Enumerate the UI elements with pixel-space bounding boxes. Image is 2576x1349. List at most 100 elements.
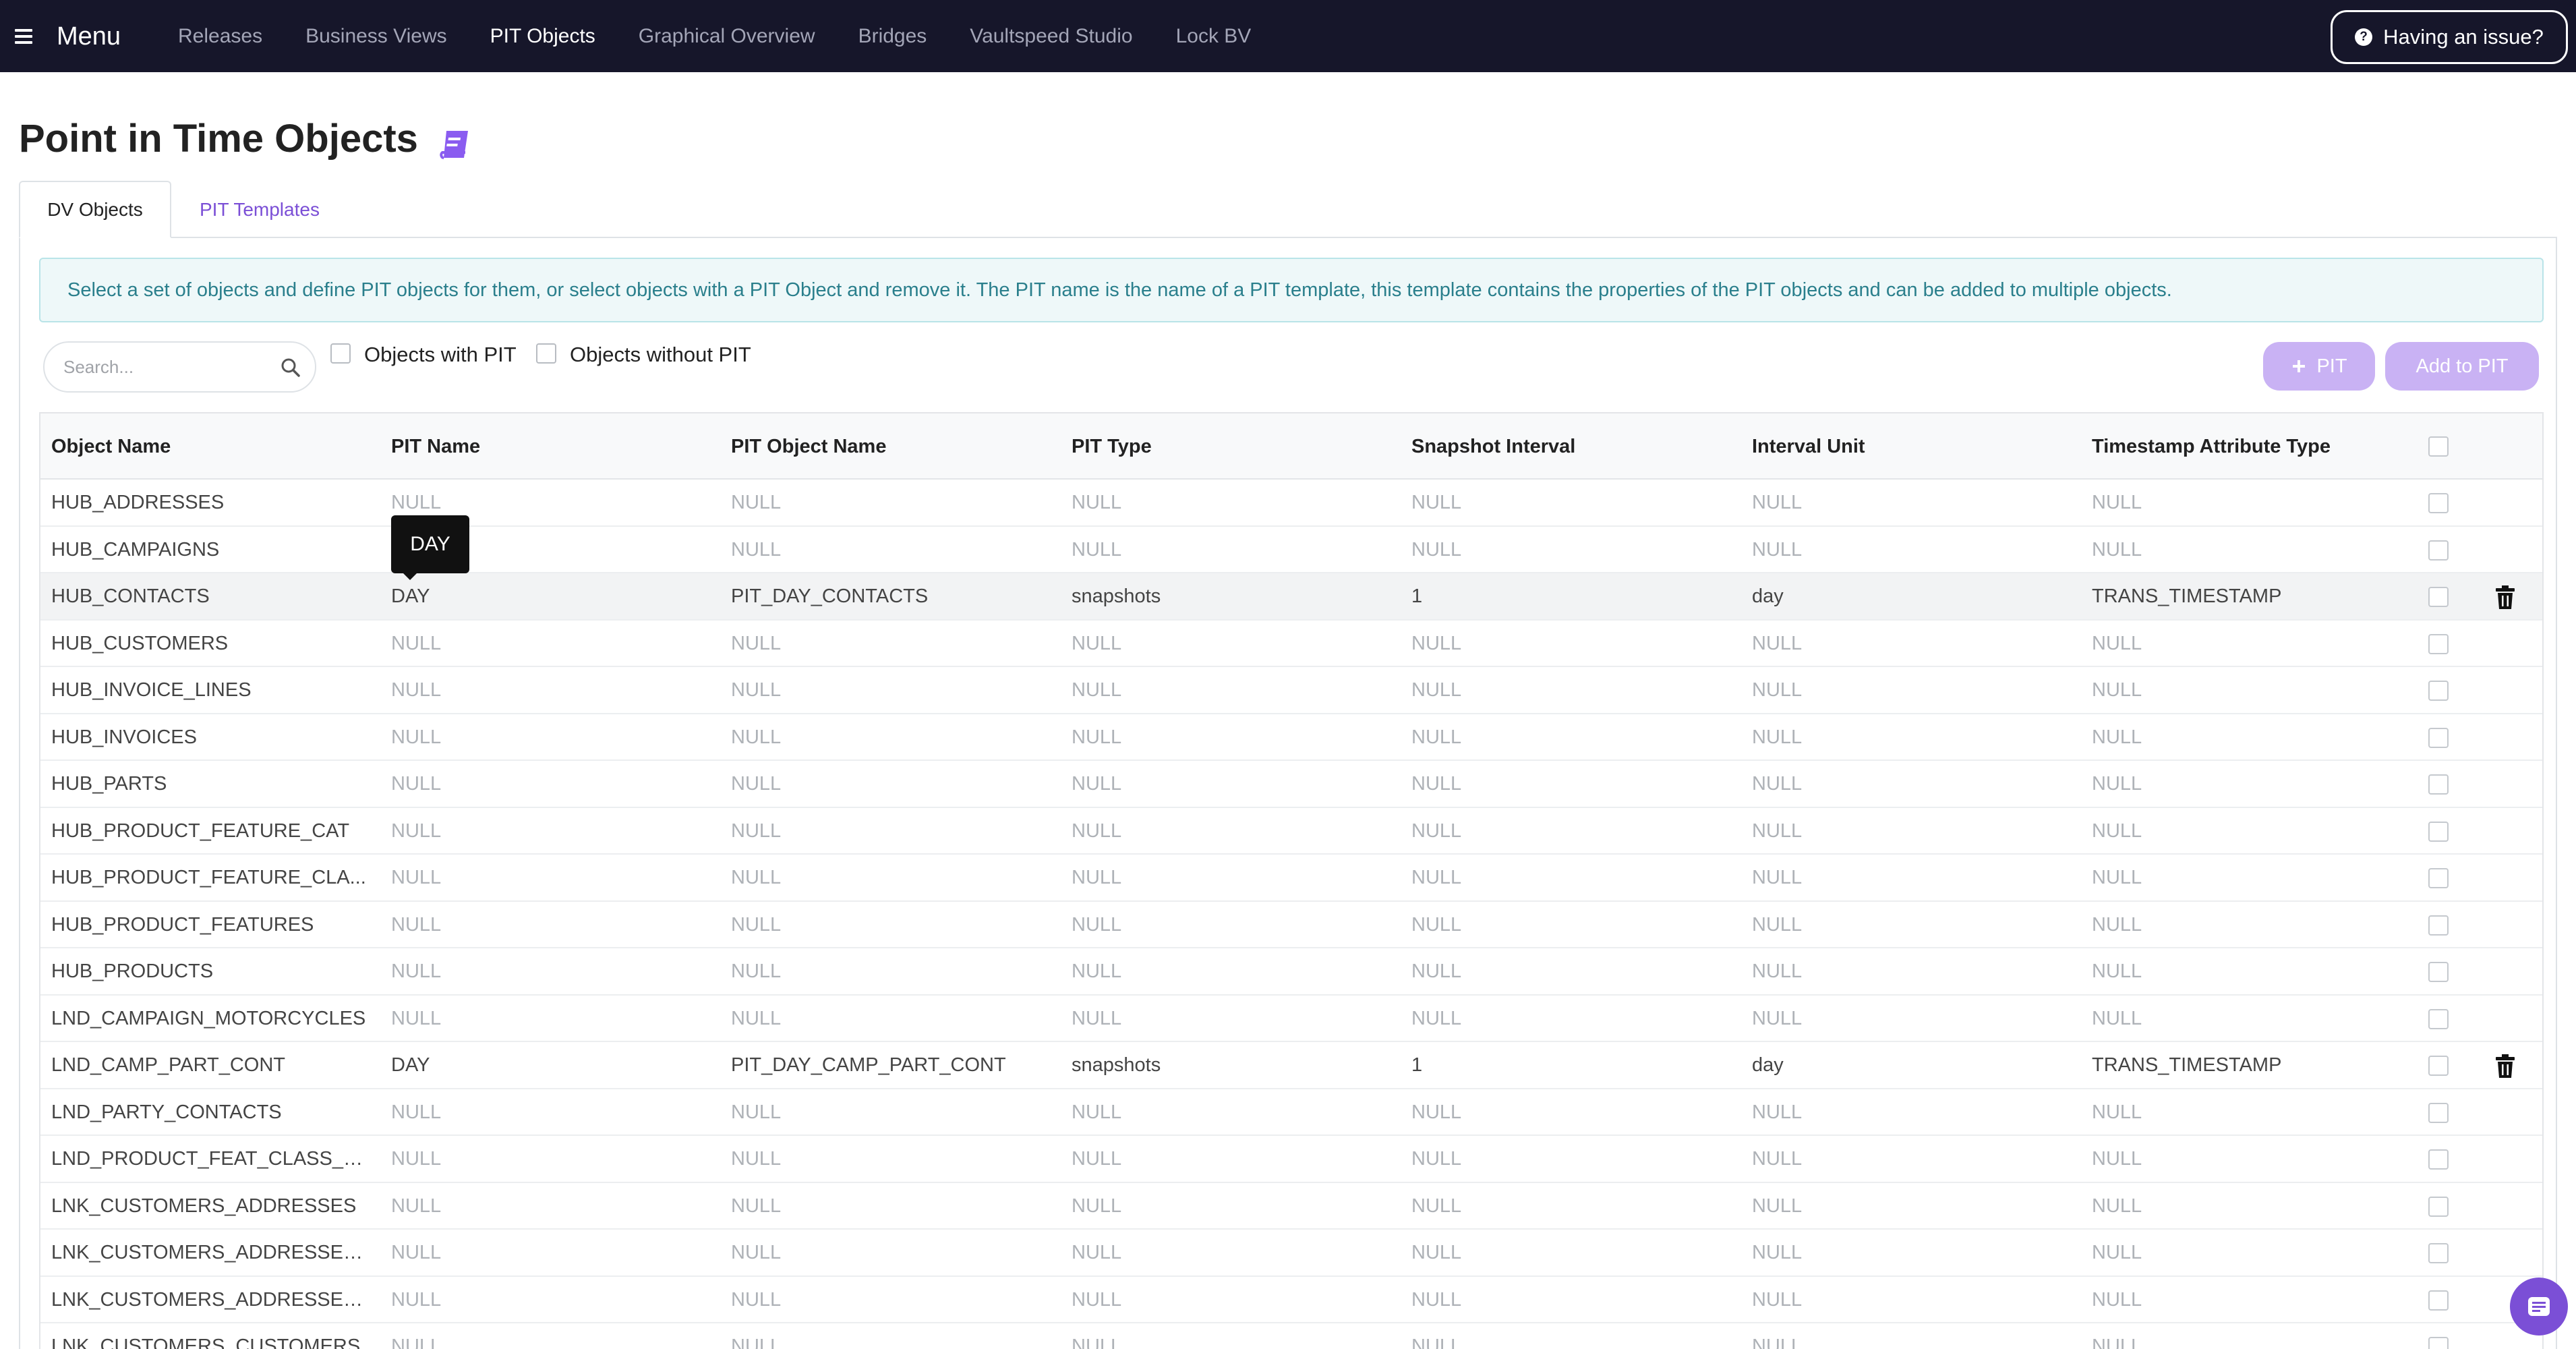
book-icon[interactable] (438, 128, 471, 162)
select-all-checkbox[interactable] (2428, 436, 2449, 457)
row-select-checkbox[interactable] (2428, 727, 2449, 748)
nav-item-graphical-overview[interactable]: Graphical Overview (639, 25, 815, 48)
row-select-checkbox[interactable] (2428, 1056, 2449, 1076)
row-select-checkbox[interactable] (2428, 1196, 2449, 1217)
row-select-checkbox[interactable] (2428, 1243, 2449, 1263)
row-select-checkbox[interactable] (2428, 962, 2449, 982)
table-cell: NULL (391, 867, 442, 888)
table-cell: NULL (2092, 1007, 2142, 1029)
table-cell: NULL (1072, 773, 1122, 795)
table-cell: NULL (391, 820, 442, 842)
column-header: PIT Type (1072, 436, 1152, 457)
table-cell: NULL (1072, 1007, 1122, 1029)
table-cell: NULL (1072, 1148, 1122, 1170)
table-cell: NULL (1072, 1101, 1122, 1123)
table-cell: day (1752, 1054, 1784, 1076)
table-cell: NULL (1752, 1288, 1803, 1311)
row-select-checkbox[interactable] (2428, 681, 2449, 701)
table-cell: NULL (1411, 632, 1462, 654)
tab-pit-templates[interactable]: PIT Templates (200, 181, 320, 238)
table-row[interactable]: HUB_PRODUCT_FEATURE_CAT NULL NULL NULL NULL N… (40, 808, 2542, 855)
row-select-checkbox[interactable] (2428, 1102, 2449, 1123)
hamburger-icon (15, 29, 32, 44)
table-cell: NULL (1752, 538, 1803, 561)
table-cell: HUB_ADDRESSES (51, 492, 225, 513)
table-cell: NULL (1072, 1288, 1122, 1311)
table-row[interactable]: HUB_PRODUCT_FEATURE_CLA... NULL NULL NULL NU… (40, 855, 2542, 902)
row-select-checkbox[interactable] (2428, 587, 2449, 607)
table-cell: NULL (1072, 679, 1122, 701)
row-select-checkbox[interactable] (2428, 1337, 2449, 1349)
row-select-checkbox[interactable] (2428, 821, 2449, 842)
table-cell: NULL (731, 538, 782, 561)
chat-button[interactable] (2510, 1278, 2568, 1336)
table-cell: NULL (1072, 867, 1122, 888)
table-cell: NULL (1752, 1242, 1803, 1263)
nav-item-pit-objects[interactable]: PIT Objects (490, 25, 595, 48)
objects-without-pit-checkbox[interactable] (536, 343, 556, 364)
row-select-checkbox[interactable] (2428, 540, 2449, 561)
table-cell: 1 (1411, 1054, 1423, 1076)
nav-item-vaultspeed-studio[interactable]: Vaultspeed Studio (970, 25, 1132, 48)
menu-button[interactable]: Menu (15, 18, 121, 55)
having-an-issue-button[interactable]: ? Having an issue? (2331, 10, 2568, 64)
table-cell: NULL (731, 492, 782, 513)
column-header: PIT Object Name (731, 436, 887, 457)
row-select-checkbox[interactable] (2428, 1290, 2449, 1311)
table-row[interactable]: HUB_PARTS NULL NULL NULL NULL NULL NULL (40, 761, 2542, 808)
row-select-checkbox[interactable] (2428, 493, 2449, 513)
table-row[interactable]: LND_PARTY_CONTACTS NULL NULL NULL NULL NULL NU… (40, 1089, 2542, 1136)
menu-label: Menu (57, 22, 121, 51)
table-row[interactable]: LND_CAMPAIGN_MOTORCYCLES NULL NULL NULL NULL… (40, 996, 2542, 1042)
row-select-checkbox[interactable] (2428, 915, 2449, 936)
search-input[interactable] (63, 343, 279, 391)
row-select-checkbox[interactable] (2428, 868, 2449, 888)
table-row[interactable]: HUB_INVOICES NULL NULL NULL NULL NULL NULL (40, 714, 2542, 761)
table-cell: NULL (1752, 726, 1803, 748)
search-icon[interactable] (281, 357, 301, 378)
plus-icon (2293, 360, 2306, 372)
table-row[interactable]: LNK_CUSTOMERS_ADDRESSES... NULL NULL NULL NU… (40, 1230, 2542, 1277)
table-cell: NULL (731, 1101, 782, 1123)
table-row[interactable]: HUB_PRODUCT_FEATURES NULL NULL NULL NULL NULL… (40, 902, 2542, 948)
nav-item-business-views[interactable]: Business Views (305, 25, 447, 48)
table-row[interactable]: LNK_CUSTOMERS_ADDRESSES NULL NULL NULL NULL N… (40, 1183, 2542, 1230)
table-cell: NULL (731, 960, 782, 982)
table-cell: NULL (1072, 913, 1122, 936)
table-cell: NULL (2092, 492, 2142, 513)
add-to-pit-button[interactable]: Add to PIT (2385, 342, 2539, 391)
table-cell: NULL (731, 1195, 782, 1217)
table-row[interactable]: HUB_INVOICE_LINES NULL NULL NULL NULL NULL NUL… (40, 667, 2542, 714)
nav-item-lock-bv[interactable]: Lock BV (1176, 25, 1252, 48)
table-cell: HUB_CAMPAIGNS (51, 538, 220, 561)
table-row[interactable]: LNK_CUSTOMERS_ADDRESSES... NULL NULL NULL NU… (40, 1277, 2542, 1323)
table-cell: NULL (1411, 773, 1462, 795)
trash-icon[interactable] (2495, 585, 2515, 610)
nav-item-bridges[interactable]: Bridges (858, 25, 927, 48)
table-row[interactable]: HUB_CONTACTS DAY PIT_DAY_CONTACTS snapshots… (40, 573, 2542, 621)
objects-with-pit-checkbox[interactable] (330, 343, 351, 364)
row-select-checkbox[interactable] (2428, 774, 2449, 795)
nav-item-releases[interactable]: Releases (178, 25, 262, 48)
table-cell: NULL (1752, 1336, 1803, 1349)
table-cell: PIT_DAY_CAMP_PART_CONT (731, 1054, 1006, 1076)
row-select-checkbox[interactable] (2428, 1008, 2449, 1029)
table-row[interactable]: LNK_CUSTOMERS_CUSTOMERS NULL NULL NULL NULL N… (40, 1323, 2542, 1349)
table-cell: NULL (1752, 867, 1803, 888)
add-pit-button[interactable]: PIT (2263, 342, 2375, 391)
column-header: PIT Name (391, 436, 481, 457)
table-row[interactable]: LND_PRODUCT_FEAT_CLASS_R... NULL NULL NULL N… (40, 1136, 2542, 1183)
table-cell: NULL (1411, 867, 1462, 888)
trash-icon[interactable] (2495, 1054, 2515, 1079)
table-cell: NULL (391, 773, 442, 795)
row-select-checkbox[interactable] (2428, 633, 2449, 654)
table-cell: TRANS_TIMESTAMP (2092, 585, 2282, 607)
table-cell: NULL (731, 773, 782, 795)
table-cell: DAY (391, 1054, 430, 1076)
table-row[interactable]: LND_CAMP_PART_CONT DAY PIT_DAY_CAMP_PART_C… (40, 1042, 2542, 1089)
table-row[interactable]: HUB_CUSTOMERS NULL NULL NULL NULL NULL NULL (40, 621, 2542, 667)
table-row[interactable]: HUB_PRODUCTS NULL NULL NULL NULL NULL NULL (40, 948, 2542, 996)
tab-dv-objects[interactable]: DV Objects (19, 181, 171, 238)
pit-name-tooltip: DAY (391, 515, 469, 573)
row-select-checkbox[interactable] (2428, 1149, 2449, 1170)
